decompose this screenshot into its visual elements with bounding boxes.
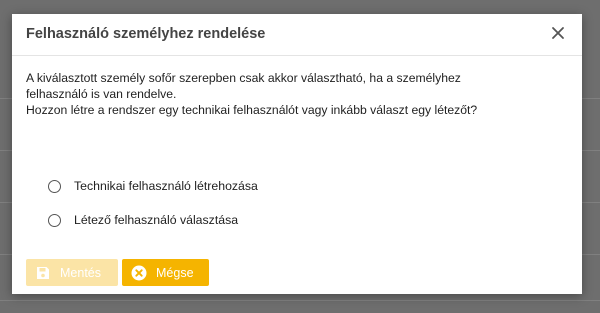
radio-option-technical-user[interactable]: Technikai felhasználó létrehozása bbox=[48, 177, 258, 195]
dialog-header: Felhasználó személyhez rendelése bbox=[12, 14, 582, 56]
message-line-1: A kiválasztott személy sofőr szerepben c… bbox=[26, 71, 461, 85]
cancel-button-label: Mégse bbox=[156, 265, 194, 280]
message-line-3: Hozzon létre a rendszer egy technikai fe… bbox=[26, 103, 478, 117]
dialog-footer: Mentés Mégse bbox=[26, 259, 209, 286]
close-icon[interactable] bbox=[549, 24, 567, 42]
floppy-disk-icon bbox=[37, 266, 49, 279]
dialog-message: A kiválasztott személy sofőr szerepben c… bbox=[26, 70, 568, 118]
radio-button[interactable] bbox=[48, 213, 61, 227]
save-button-label: Mentés bbox=[60, 265, 101, 280]
dialog-body: A kiválasztott személy sofőr szerepben c… bbox=[26, 70, 568, 118]
radio-option-existing-user[interactable]: Létező felhasználó választása bbox=[48, 211, 258, 229]
radio-label: Létező felhasználó választása bbox=[74, 213, 239, 227]
option-radio-group: Technikai felhasználó létrehozása Létező… bbox=[48, 177, 258, 245]
radio-button[interactable] bbox=[48, 179, 61, 193]
save-button[interactable]: Mentés bbox=[26, 259, 118, 286]
cancel-button[interactable]: Mégse bbox=[122, 259, 209, 286]
radio-label: Technikai felhasználó létrehozása bbox=[74, 179, 258, 193]
dialog-title: Felhasználó személyhez rendelése bbox=[26, 26, 266, 42]
message-line-2: felhasználó is van rendelve. bbox=[26, 87, 177, 101]
assign-user-dialog: Felhasználó személyhez rendelése A kivál… bbox=[12, 14, 582, 294]
cancel-circle-icon bbox=[131, 265, 147, 280]
